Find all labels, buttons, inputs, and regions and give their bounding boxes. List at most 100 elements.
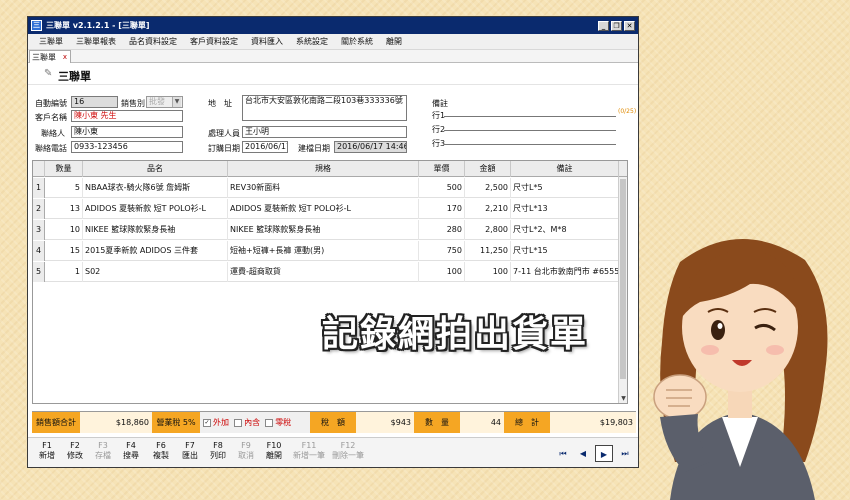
cell-note[interactable]: 尺寸L*2、M*8 [511, 220, 619, 240]
line-prefix: 行 [432, 125, 440, 134]
cell-qty[interactable]: 13 [45, 199, 83, 219]
cell-amount[interactable]: 2,500 [465, 178, 511, 198]
qty-value: 44 [460, 412, 504, 433]
remark-line-1-input[interactable] [444, 116, 616, 117]
f7-export-button[interactable]: F7 匯出 [177, 441, 203, 461]
cell-amount[interactable]: 100 [465, 262, 511, 282]
cell-note[interactable]: 尺寸L*13 [511, 199, 619, 219]
cell-note[interactable]: 尺寸L*15 [511, 241, 619, 261]
customer-field[interactable]: 陳小東 先生 [71, 110, 183, 122]
f11-add-row-button[interactable]: F11 新增一筆 [291, 441, 327, 461]
menu-item-exit[interactable]: 離開 [386, 36, 402, 47]
f8-print-button[interactable]: F8 列印 [205, 441, 231, 461]
minimize-button[interactable]: _ [598, 20, 609, 31]
cell-qty[interactable]: 1 [45, 262, 83, 282]
menu-item-triplicate[interactable]: 三聯單 [39, 36, 63, 47]
cell-spec[interactable]: 短袖+短褲+長褲 運動(男) [228, 241, 419, 261]
col-amount[interactable]: 金額 [465, 161, 511, 177]
col-price[interactable]: 單價 [419, 161, 465, 177]
cell-name[interactable]: NBAA球衣-騎火隊6號 詹姆斯 [83, 178, 228, 198]
line-prefix: 行 [432, 139, 440, 148]
promo-caption: 記錄網拍出貨單 [322, 314, 589, 355]
cell-spec[interactable]: NIKEE 籃球隊款緊身長袖 [228, 220, 419, 240]
f2-edit-button[interactable]: F2 修改 [62, 441, 88, 461]
table-row[interactable]: 5 1 S02 運費-超商取貨 100 100 7-11 台北市敦南門市 #65… [33, 262, 619, 282]
phone-field[interactable]: 0933-123456 [71, 141, 183, 153]
cell-qty[interactable]: 10 [45, 220, 83, 240]
first-record-icon[interactable]: ⏮ [554, 445, 572, 462]
cell-price[interactable]: 750 [419, 241, 465, 261]
key-action: 存檔 [95, 451, 111, 460]
menu-item-settings[interactable]: 系統設定 [296, 36, 328, 47]
order-date-field[interactable]: 2016/06/17 [242, 141, 288, 153]
menu-item-import[interactable]: 資料匯入 [251, 36, 283, 47]
cell-amount[interactable]: 2,800 [465, 220, 511, 240]
table-row[interactable]: 2 13 ADIDOS 夏裝新款 短T POLO衫-L ADIDOS 夏裝新款 … [33, 199, 619, 219]
checkbox-zero-icon[interactable] [265, 418, 274, 427]
f12-delete-row-button[interactable]: F12 刪除一筆 [330, 441, 366, 461]
tax-options: ✓ 外加 內含 零稅 [200, 412, 310, 433]
cell-name[interactable]: ADIDOS 夏裝新款 短T POLO衫-L [83, 199, 228, 219]
cell-note[interactable]: 7-11 台北市敦南門市 #6555 [511, 262, 619, 282]
scroll-down-icon[interactable]: ▼ [619, 394, 627, 403]
cell-note[interactable]: 尺寸L*5 [511, 178, 619, 198]
row-number: 2 [33, 199, 45, 219]
remark-line-3-input[interactable] [444, 144, 616, 145]
checkbox-add-icon[interactable]: ✓ [203, 418, 211, 427]
f1-new-button[interactable]: F1 新增 [34, 441, 60, 461]
category-select[interactable]: 批發 ▼ [146, 96, 183, 108]
table-row[interactable]: 3 10 NIKEE 籃球隊款緊身長袖 NIKEE 籃球隊款緊身長袖 280 2… [33, 220, 619, 240]
cell-name[interactable]: NIKEE 籃球隊款緊身長袖 [83, 220, 228, 240]
menu-item-customers[interactable]: 客戶資料設定 [190, 36, 238, 47]
scroll-thumb[interactable] [620, 179, 626, 379]
cell-price[interactable]: 170 [419, 199, 465, 219]
checkbox-incl-icon[interactable] [234, 418, 243, 427]
totals-bar: 銷售額合計 $18,860 營業稅 5% ✓ 外加 內含 零稅 稅 額 $943 … [32, 411, 636, 433]
tab-close-icon[interactable]: x [63, 53, 67, 61]
address-field[interactable]: 台北市大安區敦化南路二段103巷333336號 [242, 95, 407, 121]
menu-item-report[interactable]: 三聯單報表 [76, 36, 116, 47]
cell-amount[interactable]: 11,250 [465, 241, 511, 261]
cell-price[interactable]: 500 [419, 178, 465, 198]
cell-spec[interactable]: REV30新面料 [228, 178, 419, 198]
last-record-icon[interactable]: ⏭ [616, 445, 634, 462]
cell-qty[interactable]: 15 [45, 241, 83, 261]
items-grid: 數量 品名 規格 單價 金額 備註 1 5 NBAA球衣-騎火隊6號 詹姆斯 R… [32, 160, 628, 404]
close-button[interactable]: ✕ [624, 20, 635, 31]
f4-search-button[interactable]: F4 搜尋 [118, 441, 144, 461]
col-qty[interactable]: 數量 [45, 161, 83, 177]
f3-save-button[interactable]: F3 存檔 [90, 441, 116, 461]
remark-line-2-input[interactable] [444, 130, 616, 131]
menu-item-products[interactable]: 品名資料設定 [129, 36, 177, 47]
cell-spec[interactable]: 運費-超商取貨 [228, 262, 419, 282]
restore-button[interactable]: ❐ [611, 20, 622, 31]
next-record-icon[interactable]: ▶ [595, 445, 613, 462]
col-name[interactable]: 品名 [83, 161, 228, 177]
f9-cancel-button[interactable]: F9 取消 [233, 441, 259, 461]
f6-copy-button[interactable]: F6 複製 [148, 441, 174, 461]
contact-field[interactable]: 陳小東 [71, 126, 183, 138]
prev-record-icon[interactable]: ◀ [574, 445, 592, 462]
cell-price[interactable]: 100 [419, 262, 465, 282]
col-note[interactable]: 備註 [511, 161, 619, 177]
menu-item-about[interactable]: 關於系統 [341, 36, 373, 47]
cell-amount[interactable]: 2,210 [465, 199, 511, 219]
cell-spec[interactable]: ADIDOS 夏裝新款 短T POLO衫-L [228, 199, 419, 219]
title-bar[interactable]: 三 三聯單 v2.1.2.1 - [三聯單] _ ❐ ✕ [28, 17, 638, 34]
menu-bar: 三聯單 三聯單報表 品名資料設定 客戶資料設定 資料匯入 系統設定 關於系統 離… [28, 34, 638, 50]
f10-exit-button[interactable]: F10 離開 [261, 441, 287, 461]
vertical-scrollbar[interactable]: ▼ [618, 177, 627, 403]
col-spec[interactable]: 規格 [228, 161, 419, 177]
cell-price[interactable]: 280 [419, 220, 465, 240]
handler-field[interactable]: 王小明 [242, 126, 407, 138]
remark-counter: (0/25) [618, 108, 637, 115]
tab-triplicate[interactable]: 三聯單 x [29, 50, 71, 63]
key-label: F7 [185, 441, 195, 450]
cell-qty[interactable]: 5 [45, 178, 83, 198]
table-row[interactable]: 4 15 2015夏季新款 ADIDOS 三件套 短袖+短褲+長褲 運動(男) … [33, 241, 619, 261]
table-row[interactable]: 1 5 NBAA球衣-騎火隊6號 詹姆斯 REV30新面料 500 2,500 … [33, 178, 619, 198]
cell-name[interactable]: 2015夏季新款 ADIDOS 三件套 [83, 241, 228, 261]
key-label: F4 [126, 441, 136, 450]
pencil-icon: ✎ [44, 68, 53, 79]
cell-name[interactable]: S02 [83, 262, 228, 282]
